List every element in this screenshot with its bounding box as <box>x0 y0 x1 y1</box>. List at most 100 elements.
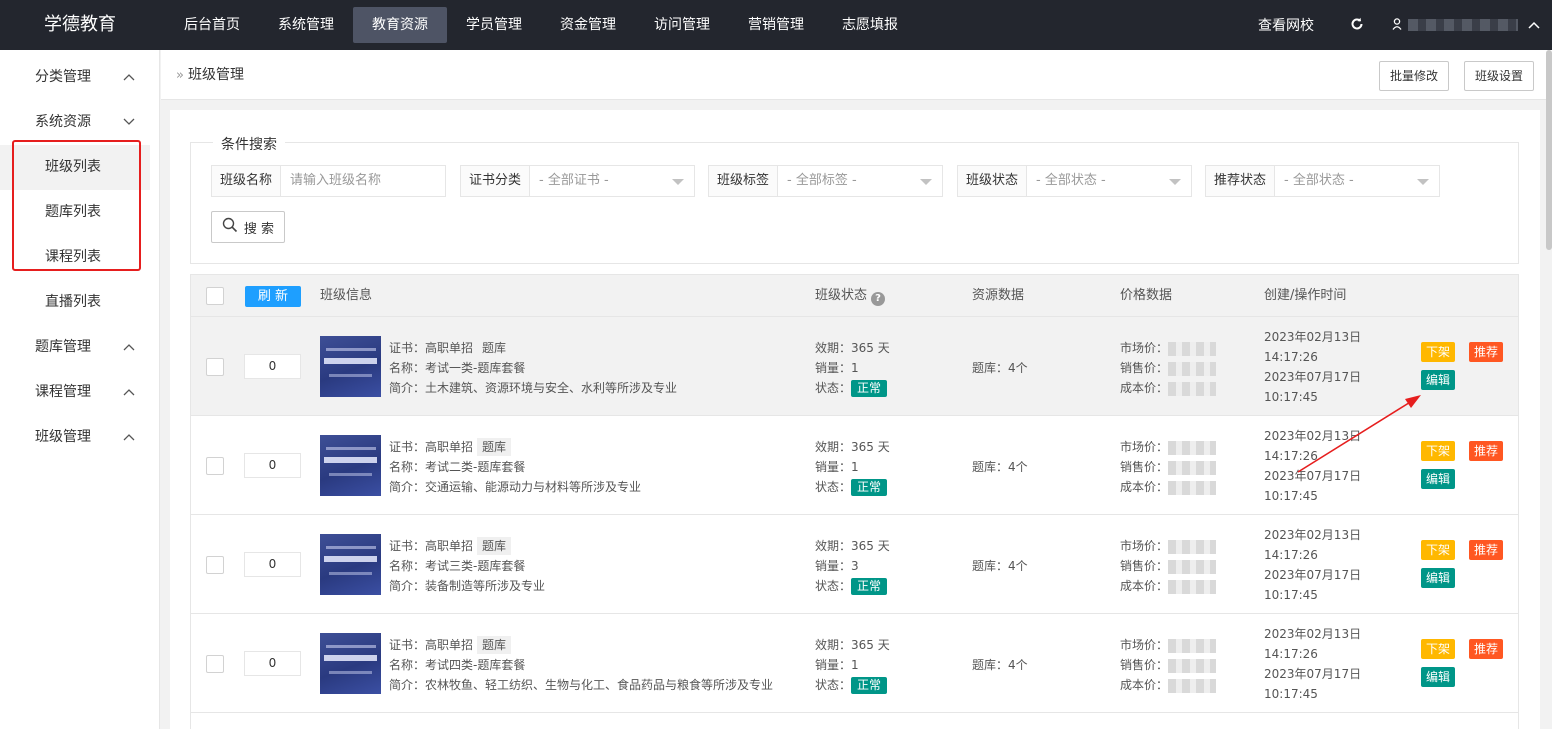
recommend-button[interactable]: 推荐 <box>1469 441 1504 461</box>
cert-text: 证书：高职单招 <box>389 341 474 355</box>
recommend-button[interactable]: 推荐 <box>1469 639 1504 659</box>
edit-button[interactable]: 编辑 <box>1421 667 1456 687</box>
off-shelf-button[interactable]: 下架 <box>1421 540 1456 560</box>
status-filter: 班级状态 - 全部状态 - <box>957 165 1192 197</box>
class-status: 效期：365 天 销量：3 状态： 正常 <box>815 536 890 596</box>
created-time: 14:17:26 <box>1264 647 1318 661</box>
market-price-label: 市场价： <box>1120 539 1169 553</box>
table-row: 0 证书：高职单招 题库 名称：考试一类-题库套餐 简介：土木建筑、资源环境与安全… <box>191 317 1518 416</box>
price-blurred <box>1168 361 1217 376</box>
refresh-button[interactable]: 刷 新 <box>245 286 301 307</box>
nav-students[interactable]: 学员管理 <box>447 0 541 50</box>
select-value: - 全部状态 - <box>1284 173 1354 188</box>
view-site-link[interactable]: 查看网校 <box>1240 15 1332 35</box>
class-name-input[interactable]: 请输入班级名称 <box>281 166 445 196</box>
cert-tag: 题库 <box>482 341 507 355</box>
sidebar-item-question-bank-list[interactable]: 题库列表 <box>0 190 159 235</box>
sidebar-item-live-list[interactable]: 直播列表 <box>0 280 159 325</box>
sort-order-input[interactable]: 0 <box>244 453 301 478</box>
refresh-icon[interactable] <box>1332 16 1382 35</box>
row-checkbox[interactable] <box>206 655 224 673</box>
class-cover-image[interactable] <box>320 336 381 397</box>
cert-filter: 证书分类 - 全部证书 - <box>460 165 695 197</box>
status-select[interactable]: - 全部状态 - <box>1027 166 1191 196</box>
nav-home[interactable]: 后台首页 <box>165 0 259 50</box>
search-button[interactable]: 搜 索 <box>211 211 285 243</box>
class-name-text: 名称：考试三类-题库套餐 <box>389 559 526 573</box>
recommend-filter: 推荐状态 - 全部状态 - <box>1205 165 1440 197</box>
off-shelf-button[interactable]: 下架 <box>1421 639 1456 659</box>
created-date: 2023年02月13日 <box>1264 528 1362 542</box>
help-icon[interactable]: ? <box>871 292 886 306</box>
nav-marketing[interactable]: 营销管理 <box>729 0 823 50</box>
sidebar-group-label: 题库管理 <box>35 339 91 355</box>
nav-access[interactable]: 访问管理 <box>635 0 729 50</box>
col-header-status-label: 班级状态 <box>815 288 868 303</box>
resource-text: 题库：4个 <box>972 460 1028 474</box>
sidebar-item-class-list[interactable]: 班级列表 <box>0 145 150 190</box>
off-shelf-button[interactable]: 下架 <box>1421 342 1456 362</box>
sidebar-group-class[interactable]: 班级管理 <box>0 415 159 460</box>
recommend-button[interactable]: 推荐 <box>1469 342 1504 362</box>
nav-funds[interactable]: 资金管理 <box>541 0 635 50</box>
sidebar-item-course-list[interactable]: 课程列表 <box>0 235 159 280</box>
cert-select[interactable]: - 全部证书 - <box>530 166 694 196</box>
breadcrumb-current: 班级管理 <box>187 67 244 83</box>
search-button-label: 搜 索 <box>243 221 275 237</box>
time-info: 2023年02月13日 14:17:26 2023年07月17日 10:17:4… <box>1264 426 1361 506</box>
row-actions: 下架 推荐 编辑 <box>1421 342 1511 392</box>
recommend-button[interactable]: 推荐 <box>1469 540 1504 560</box>
sidebar-group-system-resources[interactable]: 系统资源 <box>0 100 159 145</box>
recommend-select[interactable]: - 全部状态 - <box>1275 166 1439 196</box>
class-cover-image[interactable] <box>320 534 381 595</box>
validity-text: 效期：365 天 <box>815 539 890 553</box>
class-intro-text: 简介：土木建筑、资源环境与安全、水利等所涉及专业 <box>389 381 678 395</box>
price-blurred <box>1168 579 1217 594</box>
caret-down-icon <box>920 179 932 185</box>
tag-select[interactable]: - 全部标签 - <box>778 166 942 196</box>
table-row: 0 证书：高职单招 题库 名称：考试二类-题库套餐 简介：交通运输、能源动力与材料… <box>191 416 1518 515</box>
sale-price-label: 销售价： <box>1120 658 1169 672</box>
table-row: 0 证书：高职单招 题库 名称：考试三类-题库套餐 简介：装备制造等所涉及专业 效… <box>191 515 1518 614</box>
sidebar-group-label: 系统资源 <box>35 114 91 130</box>
sidebar-group-category[interactable]: 分类管理 <box>0 55 159 100</box>
row-checkbox[interactable] <box>206 457 224 475</box>
batch-edit-button[interactable]: 批量修改 <box>1379 61 1450 91</box>
price-blurred <box>1168 559 1217 574</box>
edit-button[interactable]: 编辑 <box>1421 568 1456 588</box>
price-info: 市场价： 销售价： 成本价： <box>1120 338 1217 398</box>
class-cover-image[interactable] <box>320 633 381 694</box>
cert-text: 证书：高职单招 <box>389 638 474 652</box>
nav-volunteer[interactable]: 志愿填报 <box>823 0 917 50</box>
created-time: 14:17:26 <box>1264 350 1318 364</box>
edit-button[interactable]: 编辑 <box>1421 469 1456 489</box>
created-date: 2023年02月13日 <box>1264 330 1362 344</box>
validity-text: 效期：365 天 <box>815 341 890 355</box>
sidebar-group-course[interactable]: 课程管理 <box>0 370 159 415</box>
select-value: - 全部状态 - <box>1036 173 1106 188</box>
off-shelf-button[interactable]: 下架 <box>1421 441 1456 461</box>
user-menu[interactable] <box>1382 17 1552 33</box>
price-info: 市场价： 销售价： 成本价： <box>1120 536 1217 596</box>
edit-button[interactable]: 编辑 <box>1421 370 1456 390</box>
nav-education-resources[interactable]: 教育资源 <box>353 7 447 43</box>
sort-order-input[interactable]: 0 <box>244 552 301 577</box>
sales-text: 销量：1 <box>815 361 859 375</box>
class-info: 证书：高职单招 题库 名称：考试三类-题库套餐 简介：装备制造等所涉及专业 <box>389 536 545 596</box>
cost-price-label: 成本价： <box>1120 678 1169 692</box>
sort-order-input[interactable]: 0 <box>244 651 301 676</box>
page-scrollbar[interactable] <box>1546 50 1552 250</box>
class-settings-button[interactable]: 班级设置 <box>1464 61 1535 91</box>
nav-system[interactable]: 系统管理 <box>259 0 353 50</box>
class-cover-image[interactable] <box>320 435 381 496</box>
row-checkbox[interactable] <box>206 556 224 574</box>
sort-order-input[interactable]: 0 <box>244 354 301 379</box>
username-blurred <box>1408 19 1518 31</box>
site-logo[interactable]: 学德教育 <box>0 0 160 50</box>
row-checkbox[interactable] <box>206 358 224 376</box>
sidebar-group-question-bank[interactable]: 题库管理 <box>0 325 159 370</box>
created-date: 2023年02月13日 <box>1264 429 1362 443</box>
status-label: 状态： <box>815 579 852 593</box>
col-header-time: 创建/操作时间 <box>1264 288 1347 303</box>
select-all-checkbox[interactable] <box>206 287 224 305</box>
